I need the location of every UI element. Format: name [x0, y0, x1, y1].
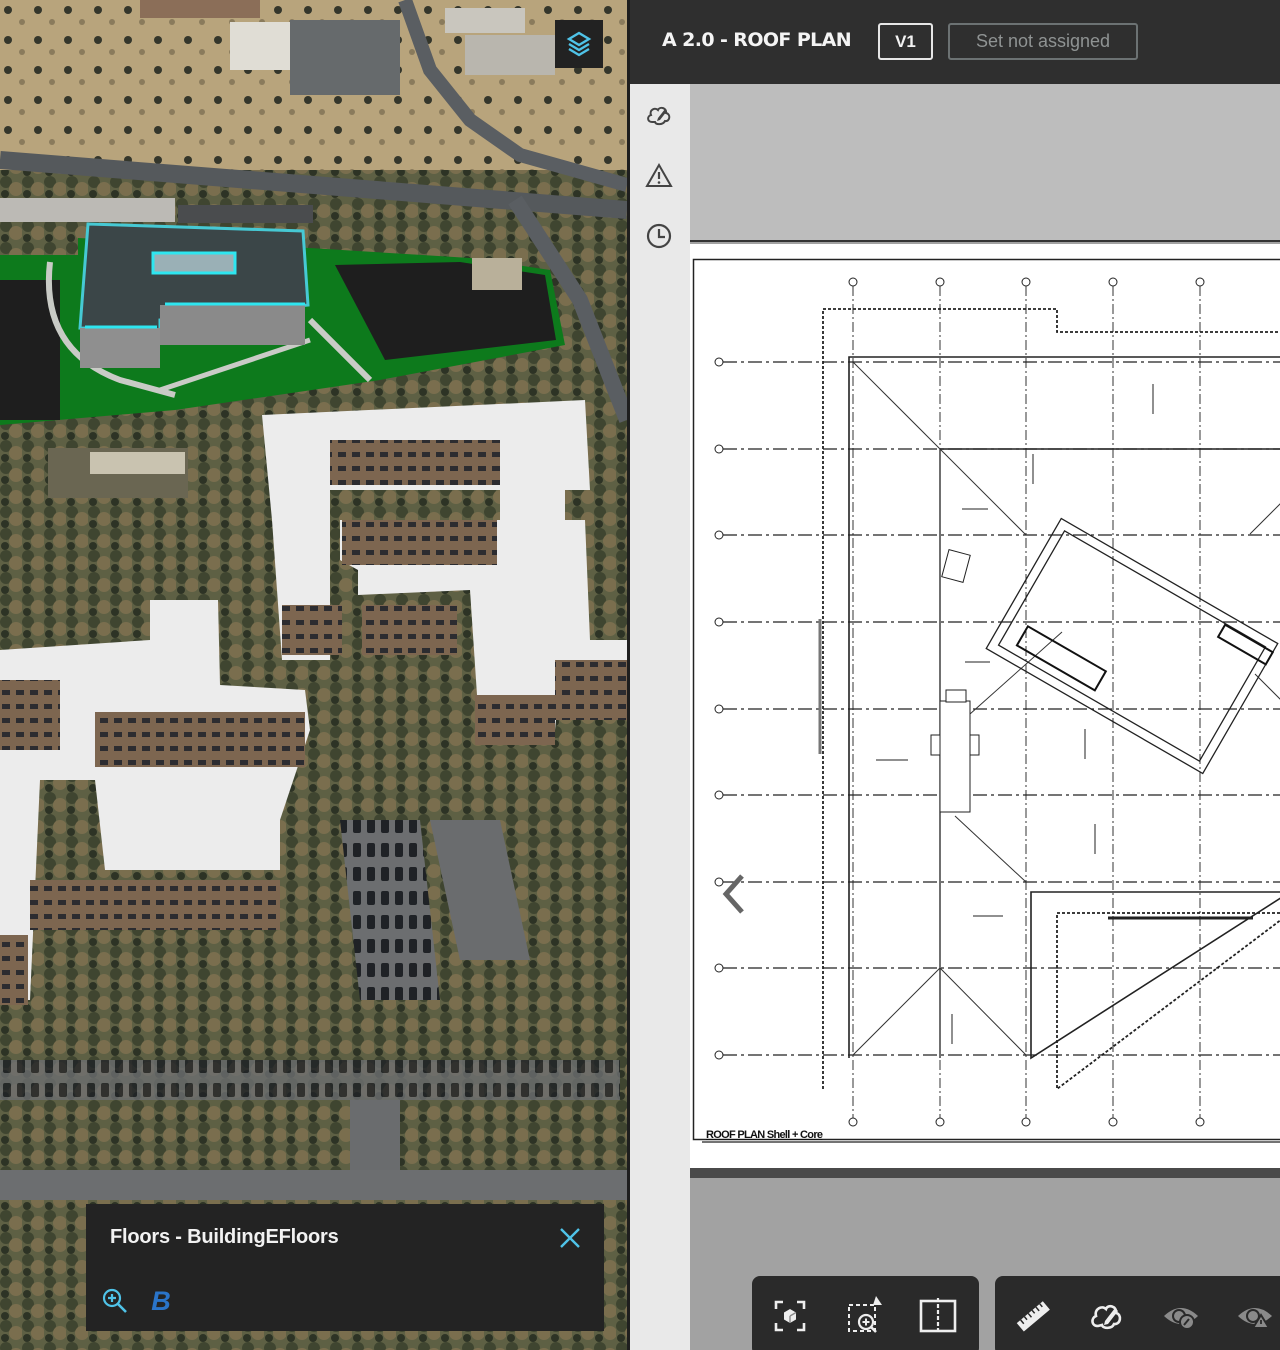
drawing-sheet[interactable]: ROOF PLAN Shell + Core [690, 244, 1280, 1168]
floors-info-panel: Floors - BuildingEFloors B [86, 1204, 604, 1331]
bim-brand-icon: B [151, 1286, 171, 1316]
toggle-markups-visibility-button[interactable] [1161, 1296, 1201, 1336]
view-toolbar [752, 1276, 979, 1350]
sheet-bottom-edge [690, 1168, 1280, 1178]
measure-button[interactable] [1013, 1296, 1053, 1336]
zoom-to-button[interactable] [100, 1286, 130, 1316]
fit-view-icon [774, 1300, 806, 1332]
cloud-pencil-icon [647, 106, 671, 126]
zoom-window-icon [848, 1296, 882, 1333]
map-3d-view[interactable]: Floors - BuildingEFloors B [0, 0, 627, 1350]
previous-sheet-button[interactable] [718, 872, 748, 916]
bim-link-button[interactable]: B [148, 1286, 174, 1316]
sheet-title: A 2.0 - ROOF PLAN [662, 29, 852, 51]
history-rail-button[interactable] [642, 219, 676, 253]
eye-markup-icon [1164, 1308, 1198, 1330]
drawing-title-label: ROOF PLAN Shell + Core [706, 1129, 823, 1141]
version-badge[interactable]: V1 [878, 23, 933, 60]
aerial-scene[interactable] [0, 0, 627, 1350]
viewer-side-rail [630, 84, 690, 1350]
close-floors-panel-button[interactable] [556, 1224, 584, 1252]
fit-to-view-button[interactable] [770, 1296, 810, 1336]
drawing-canvas[interactable]: ROOF PLAN Shell + Core [690, 84, 1280, 1350]
chevron-left-icon [722, 874, 744, 914]
layers-button[interactable] [555, 20, 603, 68]
clock-icon [646, 223, 672, 249]
zoom-in-icon [102, 1288, 127, 1313]
cloud-pencil-icon [1091, 1304, 1122, 1330]
set-status-badge[interactable]: Set not assigned [948, 23, 1138, 60]
ruler-icon [1016, 1301, 1050, 1332]
floors-panel-title: Floors - BuildingEFloors [110, 1226, 339, 1248]
compare-split-button[interactable] [918, 1296, 958, 1336]
split-compare-icon [919, 1298, 957, 1334]
canvas-background [690, 84, 1280, 242]
issues-rail-button[interactable] [642, 159, 676, 193]
warning-triangle-icon [645, 162, 673, 187]
zoom-window-button[interactable] [846, 1296, 886, 1336]
viewer-header: A 2.0 - ROOF PLAN V1 Set not assigned [630, 0, 1280, 84]
close-icon [560, 1228, 580, 1248]
markup-rail-button[interactable] [642, 98, 676, 132]
layers-icon [566, 31, 592, 57]
eye-issue-icon [1238, 1308, 1272, 1329]
roof-plan-drawing [692, 258, 1280, 1143]
markup-toolbar [995, 1276, 1280, 1350]
toggle-issues-visibility-button[interactable] [1235, 1296, 1275, 1336]
markup-button[interactable] [1087, 1296, 1127, 1336]
sheet-viewer: A 2.0 - ROOF PLAN V1 Set not assigned RO… [630, 0, 1280, 1350]
